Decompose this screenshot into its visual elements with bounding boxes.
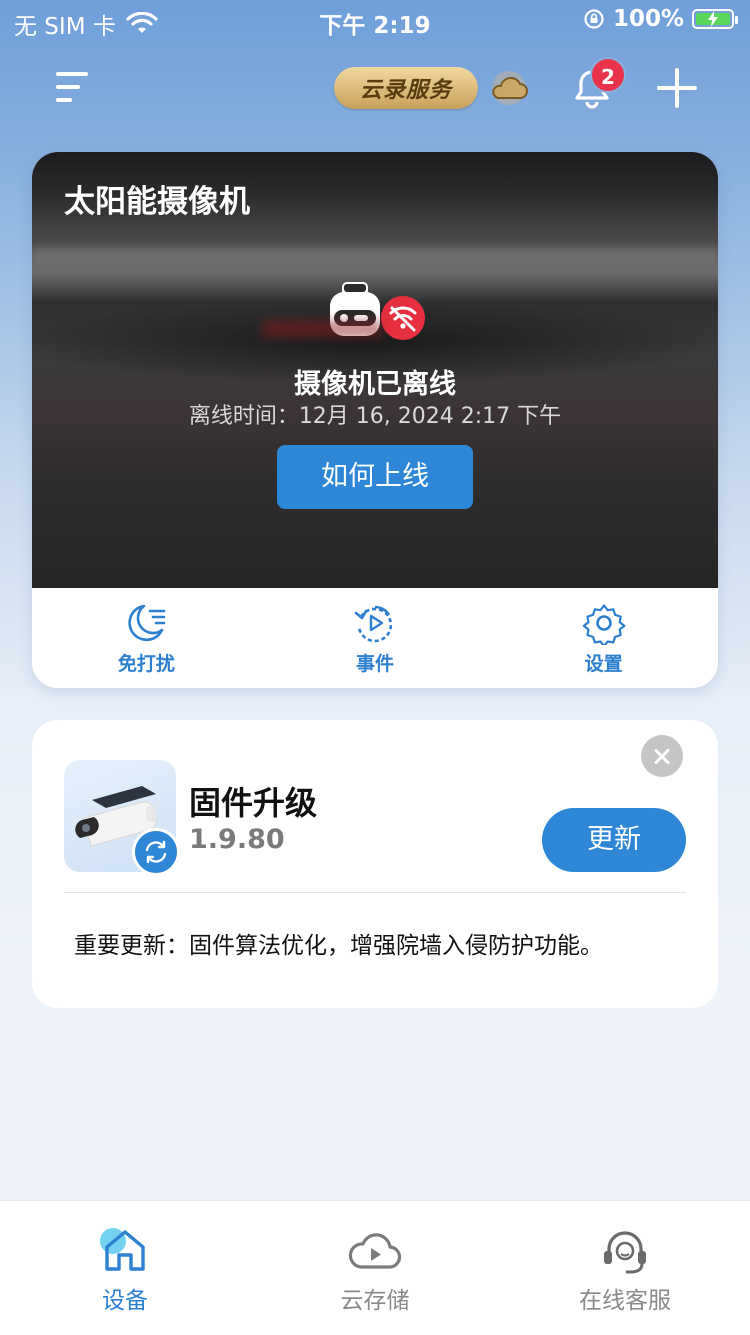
offline-time: 离线时间：12月 16, 2024 2:17 下午 <box>188 404 562 429</box>
offline-status: 摄像机已离线 <box>294 369 456 400</box>
battery-percent: 100% <box>612 6 684 32</box>
do-not-disturb-label: 免打扰 <box>117 652 175 675</box>
tab-bar: 设备 云存储 在线客服 <box>0 1200 750 1335</box>
battery-charging-icon <box>692 9 738 29</box>
cloud-service-badge[interactable]: 云录服务 <box>334 67 478 109</box>
how-to-online-button[interactable]: 如何上线 <box>277 445 473 509</box>
add-device-button[interactable] <box>657 68 697 108</box>
events-label: 事件 <box>356 652 395 675</box>
plus-icon <box>657 68 697 108</box>
firmware-note: 重要更新：固件算法优化，增强院墙入侵防护功能。 <box>74 933 603 959</box>
menu-icon <box>56 72 88 76</box>
camera-title: 太阳能摄像机 <box>64 184 250 220</box>
play-circle-icon <box>354 605 393 642</box>
firmware-version: 1.9.80 <box>189 824 285 855</box>
camera-offline-icon <box>330 282 425 340</box>
cloud-play-icon <box>348 1233 402 1269</box>
gear-icon <box>582 603 626 645</box>
tab-devices[interactable]: 设备 <box>0 1201 250 1335</box>
cloud-icon <box>492 71 528 105</box>
camera-preview[interactable]: 太阳能摄像机 摄像机已离线 离线时间：12月 16, 2024 2:17 下午 … <box>32 152 718 588</box>
tab-devices-label: 设备 <box>102 1288 148 1314</box>
close-button[interactable] <box>641 735 683 777</box>
tab-online-service[interactable]: 在线客服 <box>500 1201 750 1335</box>
rotation-lock-icon <box>584 9 604 29</box>
firmware-card: 固件升级 1.9.80 更新 重要更新：固件算法优化，增强院墙入侵防护功能。 <box>32 720 718 1008</box>
sync-icon <box>145 840 167 864</box>
headset-icon <box>604 1231 646 1274</box>
settings-label: 设置 <box>584 652 623 675</box>
divider <box>64 892 686 893</box>
sync-badge <box>132 828 180 876</box>
moon-icon <box>128 604 166 641</box>
status-bar: 无 SIM 卡 下午 2:19 100% <box>0 0 750 40</box>
camera-card: 太阳能摄像机 摄像机已离线 离线时间：12月 16, 2024 2:17 下午 … <box>32 152 718 688</box>
events-button[interactable]: 事件 <box>261 588 490 688</box>
notification-badge: 2 <box>590 57 626 93</box>
do-not-disturb-button[interactable]: 免打扰 <box>32 588 261 688</box>
tab-cloud-storage[interactable]: 云存储 <box>250 1201 500 1335</box>
update-button[interactable]: 更新 <box>542 808 686 872</box>
tab-online-service-label: 在线客服 <box>579 1288 671 1314</box>
firmware-title: 固件升级 <box>189 784 318 822</box>
tab-cloud-storage-label: 云存储 <box>340 1288 410 1314</box>
cloud-service-label: 云录服务 <box>359 78 452 103</box>
camera-actions: 免打扰 事件 设置 <box>32 588 718 688</box>
home-icon <box>100 1228 145 1271</box>
menu-button[interactable] <box>56 72 90 104</box>
settings-button[interactable]: 设置 <box>489 588 718 688</box>
